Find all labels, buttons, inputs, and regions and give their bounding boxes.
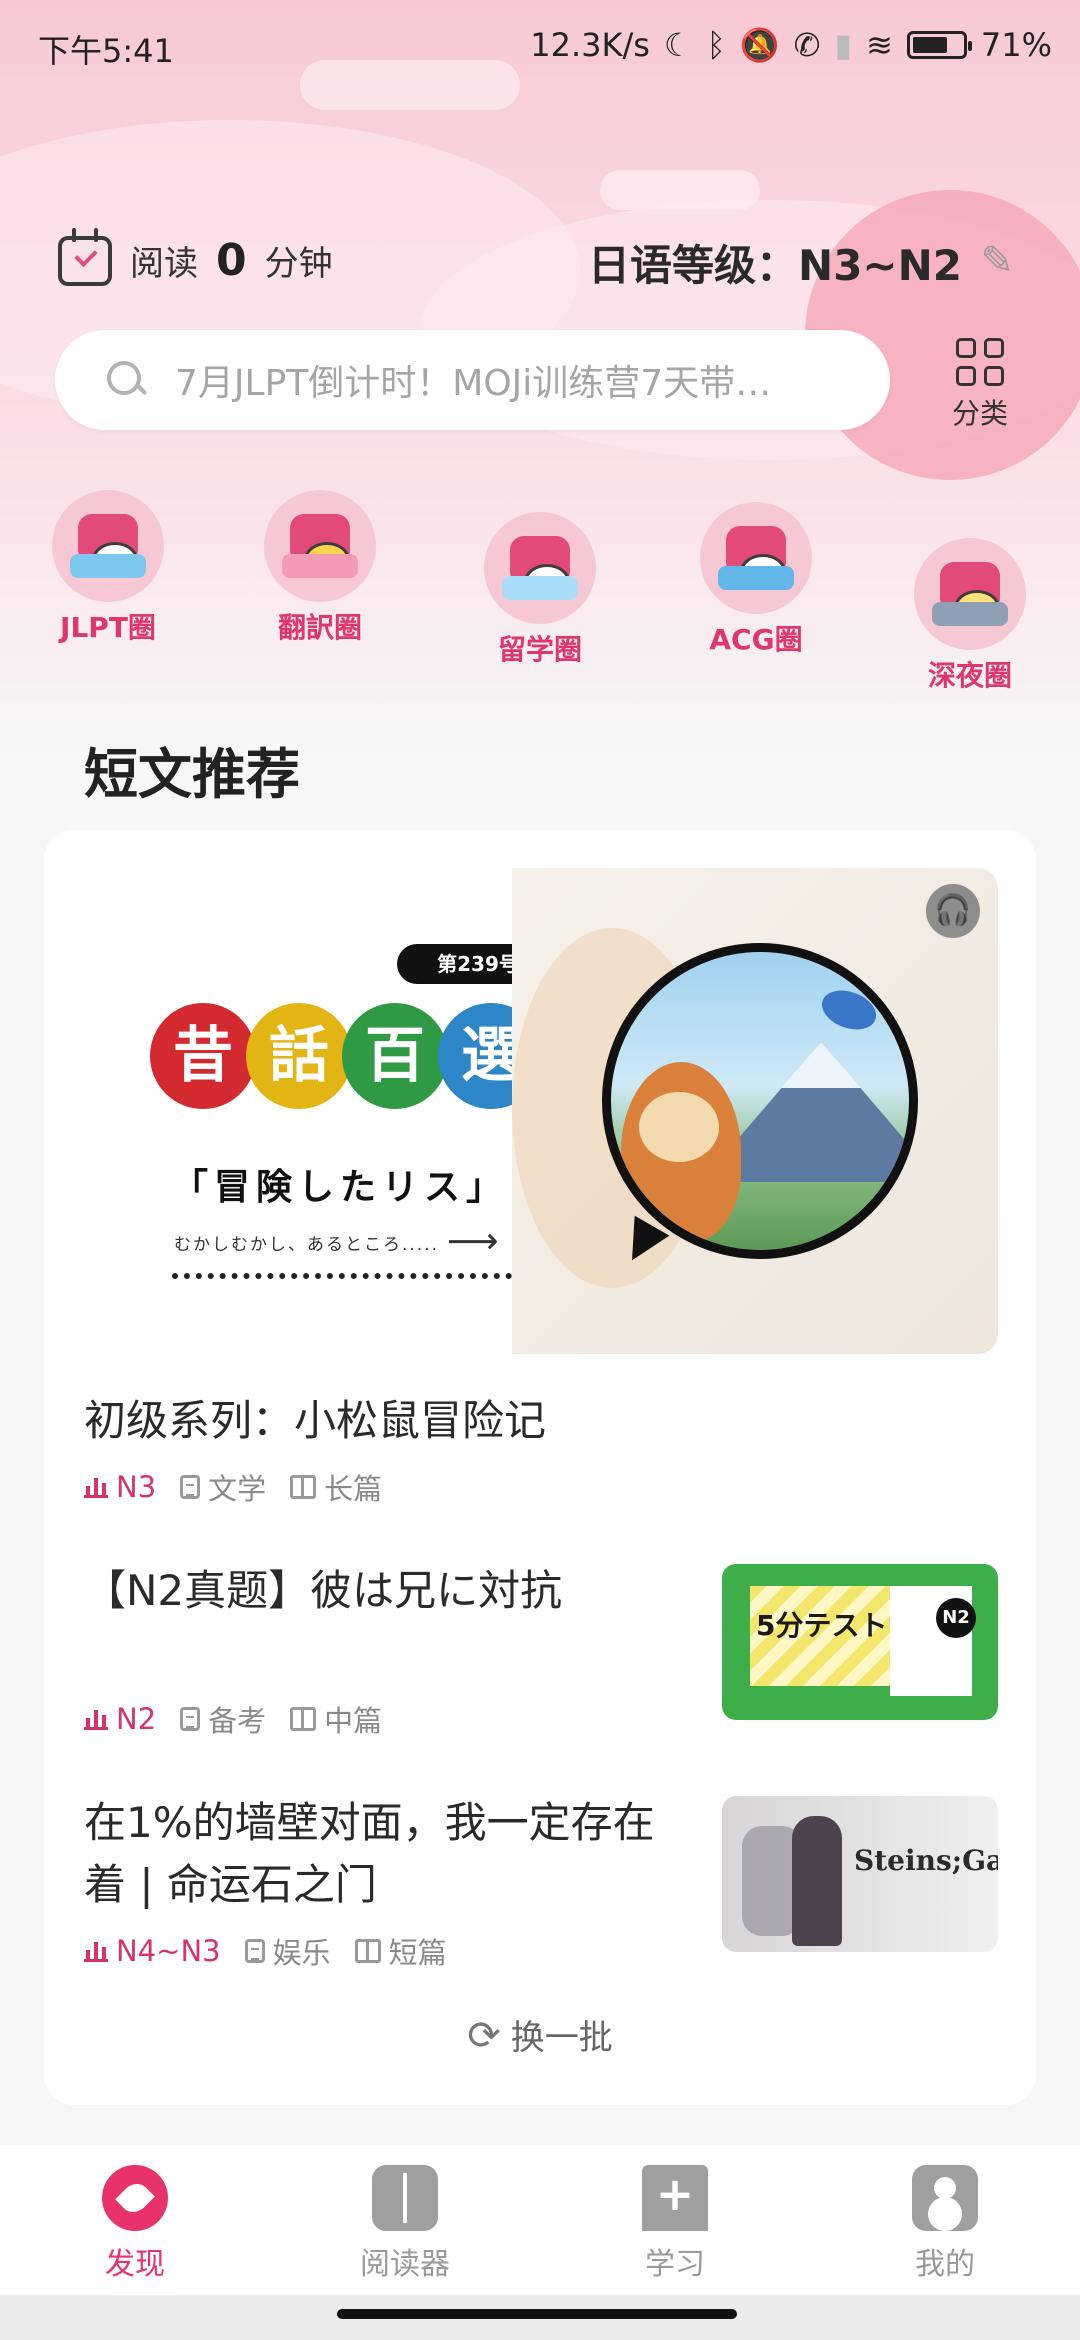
section-title: 短文推荐 (84, 743, 300, 806)
article-level: N2 (116, 1702, 157, 1736)
article-level: N3 (116, 1470, 157, 1504)
document-icon (180, 1707, 201, 1731)
bell-muted-icon: 🔕 (739, 26, 780, 64)
dotted-divider (172, 1273, 512, 1279)
search-icon (107, 361, 148, 399)
bluetooth-icon: ᛒ (706, 26, 726, 64)
bottom-nav: 发现 阅读器 学习 我的 (0, 2145, 1080, 2295)
thumb-title: Steins;Gate (854, 1844, 998, 1877)
translation-mascot-icon (264, 490, 376, 602)
banner-subtitle: 「冒険したリス」 (172, 1167, 509, 1208)
article-title[interactable]: 初级系列：小松鼠冒险记 (84, 1390, 984, 1452)
bookmark-plus-icon (642, 2165, 708, 2231)
jlpt-mascot-icon (52, 490, 164, 602)
article-thumbnail[interactable]: 5分テスト N2 (722, 1564, 998, 1720)
read-minutes: 0 (216, 235, 247, 286)
arrow-right-icon: ⟶ (447, 1221, 499, 1262)
battery-text: 71% (980, 26, 1052, 64)
circle-acg[interactable]: ACG圈 (686, 502, 826, 658)
category-button[interactable]: 分类 (940, 338, 1020, 432)
article-meta: N2 备考 中篇 (84, 1698, 382, 1740)
circle-name: 深夜圈 (927, 659, 1012, 692)
compass-icon (102, 2165, 168, 2231)
refresh-label: 换一批 (510, 2018, 613, 2058)
thumb-title: 5分テスト (756, 1609, 888, 1642)
level-bars-icon (84, 1708, 108, 1730)
featured-banner[interactable]: 第239号 昔 話 百 選 「冒険したリス」 むかしむかし、あるところ.....… (82, 868, 998, 1354)
study-abroad-mascot-icon (484, 512, 596, 624)
circle-name: 留学圈 (497, 633, 582, 666)
circle-jlpt[interactable]: JLPT圈 (38, 490, 178, 646)
read-label: 阅读 (130, 244, 198, 284)
book-icon (290, 1475, 317, 1499)
circle-name: JLPT圈 (60, 611, 156, 644)
banner-small-text: むかしむかし、あるところ..... (174, 1235, 440, 1255)
nav-label: 发现 (105, 2247, 165, 2282)
refresh-icon: ⟳ (467, 2013, 501, 2059)
article-title[interactable]: 【N2真题】彼は兄に対抗 (84, 1560, 684, 1622)
battery-icon (906, 31, 972, 59)
article-length: 中篇 (324, 1704, 383, 1738)
book-icon (354, 1939, 381, 1963)
level-bars-icon (84, 1476, 108, 1498)
status-bar: 下午5:41 12.3K/s ☾ ᛒ 🔕 ✆ ▮ ≋ 71% (0, 22, 1080, 72)
nav-label: 我的 (915, 2247, 975, 2282)
calendar-check-icon (58, 227, 112, 286)
squirrel-illustration: 🎧 (512, 868, 998, 1354)
pencil-icon[interactable]: ✎ (980, 238, 1014, 284)
title-char: 百 (342, 1003, 448, 1109)
article-length: 短篇 (388, 1936, 447, 1970)
book-open-icon (372, 2165, 438, 2231)
net-speed: 12.3K/s (530, 26, 650, 64)
level-bars-icon (84, 1940, 108, 1962)
title-char: 昔 (150, 1003, 256, 1109)
circle-name: ACG圈 (709, 623, 803, 656)
search-bar[interactable]: 7月JLPT倒计时！MOJi训练营7天带… (55, 330, 890, 430)
article-length: 长篇 (324, 1472, 383, 1506)
late-night-mascot-icon (914, 538, 1026, 650)
nav-label: 阅读器 (360, 2247, 450, 2282)
document-icon (180, 1475, 201, 1499)
reading-time[interactable]: 阅读 0 分钟 (58, 227, 333, 286)
minute-unit: 分钟 (264, 244, 333, 284)
headphones-icon[interactable]: 🎧 (926, 884, 980, 938)
article-category: 文学 (208, 1472, 267, 1506)
moon-icon: ☾ (663, 26, 693, 64)
article-meta: N4~N3 娱乐 短篇 (84, 1930, 447, 1972)
home-indicator[interactable] (337, 2309, 737, 2319)
article-level: N4~N3 (116, 1934, 221, 1968)
circle-name: 翻訳圈 (277, 611, 362, 644)
document-icon (244, 1939, 265, 1963)
search-placeholder: 7月JLPT倒计时！MOJi训练营7天带… (175, 363, 772, 404)
wifi-icon: ≋ (866, 26, 893, 64)
circle-study-abroad[interactable]: 留学圈 (470, 512, 610, 668)
circle-late-night[interactable]: 深夜圈 (900, 538, 1040, 694)
book-icon (290, 1707, 317, 1731)
article-category: 娱乐 (272, 1936, 331, 1970)
nav-study[interactable]: 学习 (540, 2145, 810, 2295)
call-icon: ✆ (793, 26, 821, 64)
circle-translation[interactable]: 翻訳圈 (250, 490, 390, 646)
refresh-button[interactable]: ⟳ 换一批 (44, 2010, 1036, 2059)
nav-reader[interactable]: 阅读器 (270, 2145, 540, 2295)
article-title[interactable]: 在1%的墙壁对面，我一定存在着 | 命运石之门 (84, 1792, 694, 1916)
article-meta: N3 文学 长篇 (84, 1466, 382, 1508)
signal-icon: ▮ (834, 26, 853, 64)
japanese-level[interactable]: 日语等级：N3~N2 (588, 232, 962, 293)
grid-icon (956, 338, 1004, 386)
article-category: 备考 (208, 1704, 267, 1738)
nav-profile[interactable]: 我的 (810, 2145, 1080, 2295)
nav-label: 学习 (645, 2247, 705, 2282)
thumb-badge: N2 (936, 1598, 976, 1638)
recommend-card: 第239号 昔 話 百 選 「冒険したリス」 むかしむかし、あるところ.....… (44, 830, 1036, 2105)
title-char: 話 (246, 1003, 352, 1109)
nav-discover[interactable]: 发现 (0, 2145, 270, 2295)
user-icon (912, 2165, 978, 2231)
status-time: 下午5:41 (38, 32, 174, 70)
article-thumbnail[interactable]: Steins;Gate (722, 1796, 998, 1952)
acg-mascot-icon (700, 502, 812, 614)
category-label: 分类 (951, 397, 1008, 430)
